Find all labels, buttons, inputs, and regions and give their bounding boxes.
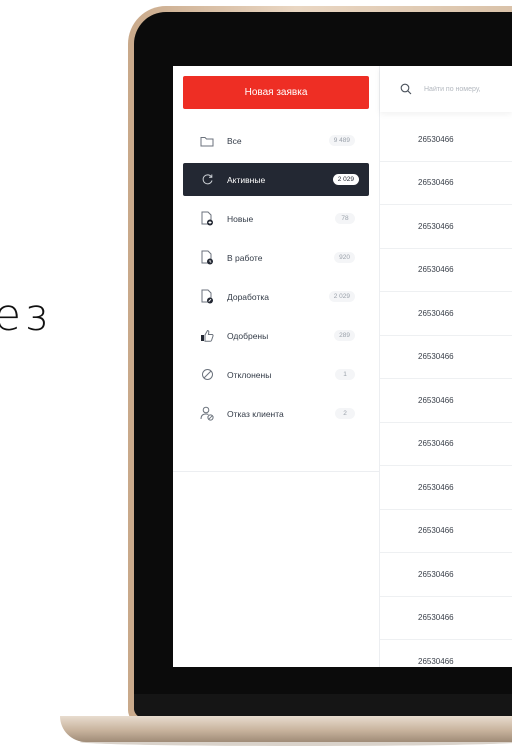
sidebar-item-count: 1 bbox=[335, 369, 355, 380]
sidebar-item-label: Все bbox=[227, 135, 242, 146]
table-row[interactable]: 26530466 bbox=[380, 118, 512, 162]
table-row[interactable]: 26530466 bbox=[380, 162, 512, 205]
table-row[interactable]: 26530466 bbox=[380, 336, 512, 379]
request-number: 26530466 bbox=[418, 134, 454, 144]
requests-list: 26530466 26530466 26530466 26530466 2653… bbox=[380, 118, 512, 667]
sidebar-item-approved[interactable]: Одобрены 289 bbox=[183, 319, 369, 352]
laptop-screen: Новая заявка Все 9 489 Активные 2 029 Но… bbox=[173, 66, 512, 667]
sidebar-item-count: 2 bbox=[335, 408, 355, 419]
client-refusal-icon bbox=[199, 406, 215, 422]
search-bar bbox=[380, 66, 512, 112]
folder-icon bbox=[199, 133, 215, 149]
request-number: 26530466 bbox=[418, 221, 454, 231]
table-row[interactable]: 26530466 bbox=[380, 423, 512, 466]
table-row[interactable]: 26530466 bbox=[380, 597, 512, 640]
request-number: 26530466 bbox=[418, 569, 454, 579]
request-number: 26530466 bbox=[418, 265, 454, 275]
main-content: 26530466 26530466 26530466 26530466 2653… bbox=[380, 66, 512, 667]
sidebar-item-active[interactable]: Активные 2 029 bbox=[183, 163, 369, 196]
sidebar-item-count: 78 bbox=[335, 213, 355, 224]
thumbs-up-icon bbox=[199, 328, 215, 344]
sidebar-item-label: Одобрены bbox=[227, 330, 269, 341]
sidebar-item-label: Отказ клиента bbox=[227, 408, 284, 419]
table-row[interactable]: 26530466 bbox=[380, 292, 512, 336]
request-number: 26530466 bbox=[418, 613, 454, 623]
stage: ез Новая заявка Все 9 489 Активные 2 029… bbox=[0, 0, 512, 746]
laptop-chin bbox=[134, 694, 512, 718]
request-number: 26530466 bbox=[418, 482, 454, 492]
new-file-icon bbox=[199, 211, 215, 227]
sidebar-item-new[interactable]: Новые 78 bbox=[183, 202, 369, 235]
sidebar-item-revision[interactable]: Доработка 2 029 bbox=[183, 280, 369, 313]
background-text: ез bbox=[0, 290, 51, 341]
table-row[interactable]: 26530466 bbox=[380, 553, 512, 597]
request-number: 26530466 bbox=[418, 395, 454, 405]
table-row[interactable]: 26530466 bbox=[380, 205, 512, 249]
sidebar-item-count: 9 489 bbox=[328, 135, 355, 146]
search-icon[interactable] bbox=[400, 83, 412, 95]
request-number: 26530466 bbox=[418, 656, 454, 666]
table-row[interactable]: 26530466 bbox=[380, 640, 512, 667]
refresh-icon bbox=[199, 172, 215, 188]
sidebar-item-label: Доработка bbox=[227, 291, 269, 302]
sidebar-divider bbox=[173, 471, 379, 472]
sidebar-item-rejected[interactable]: Отклонены 1 bbox=[183, 358, 369, 391]
sidebar-item-label: Отклонены bbox=[227, 369, 272, 380]
search-input[interactable] bbox=[424, 85, 512, 93]
laptop-base bbox=[60, 716, 512, 742]
sidebar-item-label: Новые bbox=[227, 213, 254, 224]
sidebar-item-client-refusal[interactable]: Отказ клиента 2 bbox=[183, 397, 369, 430]
table-row[interactable]: 26530466 bbox=[380, 510, 512, 553]
sidebar-item-count: 920 bbox=[334, 252, 355, 263]
table-row[interactable]: 26530466 bbox=[380, 466, 512, 510]
table-row[interactable]: 26530466 bbox=[380, 379, 512, 423]
sidebar-nav: Все 9 489 Активные 2 029 Новые 78 В рабо… bbox=[183, 124, 369, 436]
request-number: 26530466 bbox=[418, 352, 454, 362]
sidebar: Новая заявка Все 9 489 Активные 2 029 Но… bbox=[173, 66, 380, 667]
request-number: 26530466 bbox=[418, 308, 454, 318]
new-request-button[interactable]: Новая заявка bbox=[183, 76, 369, 109]
sidebar-item-in-progress[interactable]: В работе 920 bbox=[183, 241, 369, 274]
blocked-icon bbox=[199, 367, 215, 383]
request-number: 26530466 bbox=[418, 439, 454, 449]
table-row[interactable]: 26530466 bbox=[380, 249, 512, 292]
sidebar-item-label: В работе bbox=[227, 252, 263, 263]
sidebar-item-count: 2 029 bbox=[332, 174, 359, 185]
revision-file-icon bbox=[199, 289, 215, 305]
sidebar-item-all[interactable]: Все 9 489 bbox=[183, 124, 369, 157]
sidebar-item-label: Активные bbox=[227, 174, 266, 185]
sidebar-item-count: 2 029 bbox=[328, 291, 355, 302]
request-number: 26530466 bbox=[418, 178, 454, 188]
request-number: 26530466 bbox=[418, 526, 454, 536]
sidebar-item-count: 289 bbox=[334, 330, 355, 341]
in-progress-file-icon bbox=[199, 250, 215, 266]
